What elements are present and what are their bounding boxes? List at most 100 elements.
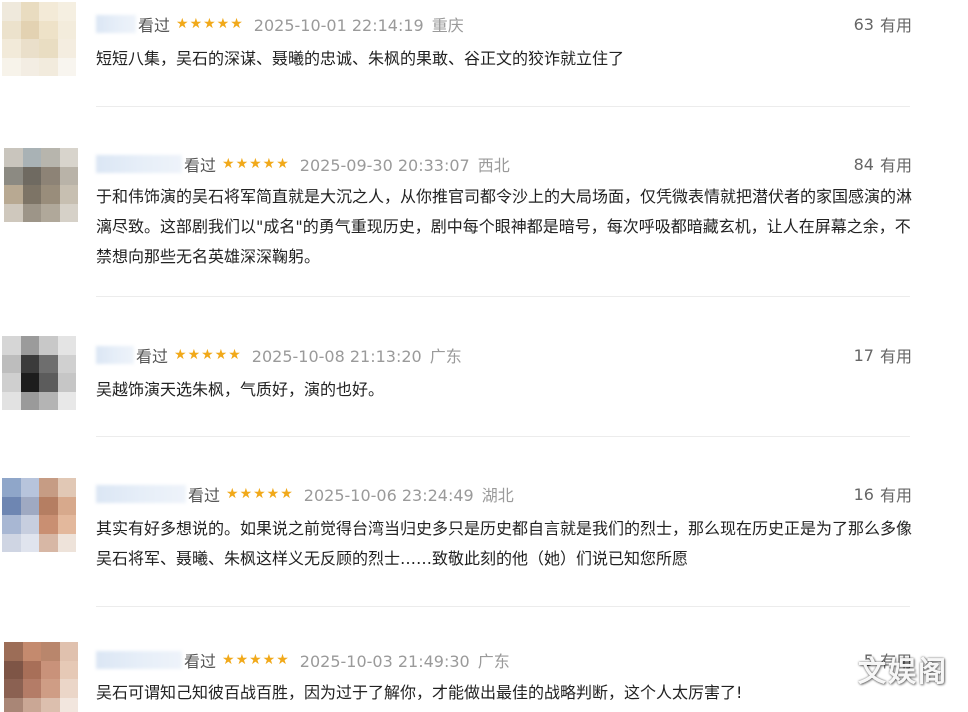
review-location: 重庆 [431,16,464,35]
avatar-mosaic-cell [2,496,21,515]
avatar-mosaic-cell [22,697,41,712]
review-content: 其实有好多想说的。如果说之前觉得台湾当归史多只是历史都自言就是我们的烈士，那么现… [96,519,913,568]
avatar-mosaic-cell [59,642,78,661]
avatar-mosaic-cell [20,478,39,497]
useful-label: 有用 [879,486,912,505]
avatar[interactable] [2,2,76,76]
review-location: 广东 [477,652,510,671]
avatar-mosaic-cell [41,679,60,698]
avatar-mosaic-cell [2,354,21,373]
review-header: 看过 ★★★★★ 2025-10-06 23:24:49 湖北 [96,482,514,506]
avatar-mosaic-cell [20,354,39,373]
review-header: 看过 ★★★★★ 2025-10-03 21:49:30 广东 [96,648,510,672]
useful-count: 84 [853,154,874,174]
review-datetime: 2025-10-01 22:14:19 [253,16,424,35]
avatar-mosaic-cell [59,203,78,222]
review-meta: 2025-10-03 21:49:30 广东 [300,648,510,672]
avatar-mosaic-cell [20,496,39,515]
review-datetime: 2025-10-08 21:13:20 [251,347,422,366]
useful-count: 63 [853,14,874,34]
avatar-mosaic-cell [22,660,41,679]
avatar-mosaic-cell [39,515,58,534]
avatar-mosaic-cell [20,391,39,410]
divider [96,106,910,107]
avatar-mosaic-cell [20,515,39,534]
username[interactable] [96,485,186,503]
avatar-mosaic-cell [39,336,58,355]
avatar-mosaic-cell [57,2,76,21]
review-meta: 2025-10-08 21:13:20 广东 [252,343,462,367]
avatar-mosaic-cell [41,203,60,222]
avatar-mosaic-cell [39,478,58,497]
review-meta: 2025-10-06 23:24:49 湖北 [304,482,514,506]
avatar[interactable] [2,478,76,552]
useful-button[interactable]: 84 有用 [854,152,912,176]
avatar-mosaic-cell [22,148,41,167]
review-header: 看过 ★★★★★ 2025-09-30 20:33:07 西北 [96,152,510,176]
rating-stars: ★★★★★ [222,156,290,172]
avatar-mosaic-cell [39,20,58,39]
useful-label: 有用 [879,347,912,366]
avatar-mosaic-cell [2,39,21,58]
status-label: 看过 [184,652,217,671]
avatar-mosaic-cell [4,203,23,222]
avatar-mosaic-cell [41,148,60,167]
divider [96,436,910,437]
avatar-mosaic-cell [4,697,23,712]
review-content: 短短八集，吴石的深谋、聂曦的忠诚、朱枫的果敢、谷正文的狡诈就立住了 [96,49,625,68]
avatar-mosaic-cell [57,496,76,515]
review-content: 于和伟饰演的吴石将军简直就是大沉之人，从你推官司都令沙上的大局场面，仅凭微表情就… [96,187,913,266]
avatar-mosaic-cell [2,57,21,76]
useful-button[interactable]: 17 有用 [854,343,912,367]
avatar-mosaic-cell [4,166,23,185]
avatar-mosaic-cell [4,660,23,679]
username[interactable] [96,346,134,364]
avatar-mosaic-cell [20,373,39,392]
avatar-mosaic-cell [39,57,58,76]
username[interactable] [96,155,182,173]
avatar-mosaic-cell [39,391,58,410]
review-content: 吴石可谓知己知彼百战百胜，因为过于了解你，才能做出最佳的战略判断，这个人太厉害了… [96,683,743,702]
status-label: 看过 [136,347,169,366]
avatar-mosaic-cell [22,679,41,698]
avatar-mosaic-cell [39,39,58,58]
rating-stars: ★★★★★ [226,486,294,502]
avatar-mosaic-cell [41,185,60,204]
avatar-mosaic-cell [39,533,58,552]
divider [96,606,910,607]
username[interactable] [96,651,182,669]
avatar-mosaic-cell [20,533,39,552]
avatar-mosaic-cell [41,166,60,185]
watermark-logo: 文娱阁 [857,655,948,688]
avatar-mosaic-cell [4,679,23,698]
useful-button[interactable]: 63 有用 [854,12,912,36]
username[interactable] [96,15,136,33]
review-location: 广东 [429,347,462,366]
avatar-mosaic-cell [57,391,76,410]
avatar[interactable] [4,148,78,222]
status-label: 看过 [184,156,217,175]
avatar-mosaic-cell [59,679,78,698]
avatar-mosaic-cell [57,336,76,355]
avatar-mosaic-cell [57,57,76,76]
avatar-mosaic-cell [22,203,41,222]
avatar-mosaic-cell [20,20,39,39]
rating-stars: ★★★★★ [222,652,290,668]
avatar-mosaic-cell [22,166,41,185]
avatar-mosaic-cell [39,496,58,515]
avatar-mosaic-cell [2,20,21,39]
avatar-mosaic-cell [59,660,78,679]
avatar-mosaic-cell [59,166,78,185]
useful-count: 16 [853,484,874,504]
useful-button[interactable]: 16 有用 [854,482,912,506]
avatar-mosaic-cell [57,533,76,552]
status-label: 看过 [188,486,221,505]
review-location: 湖北 [481,486,514,505]
avatar-mosaic-cell [22,185,41,204]
avatar[interactable] [4,642,78,712]
avatar-mosaic-cell [41,642,60,661]
avatar-mosaic-cell [2,391,21,410]
avatar-mosaic-cell [4,185,23,204]
avatar[interactable] [2,336,76,410]
avatar-mosaic-cell [2,515,21,534]
